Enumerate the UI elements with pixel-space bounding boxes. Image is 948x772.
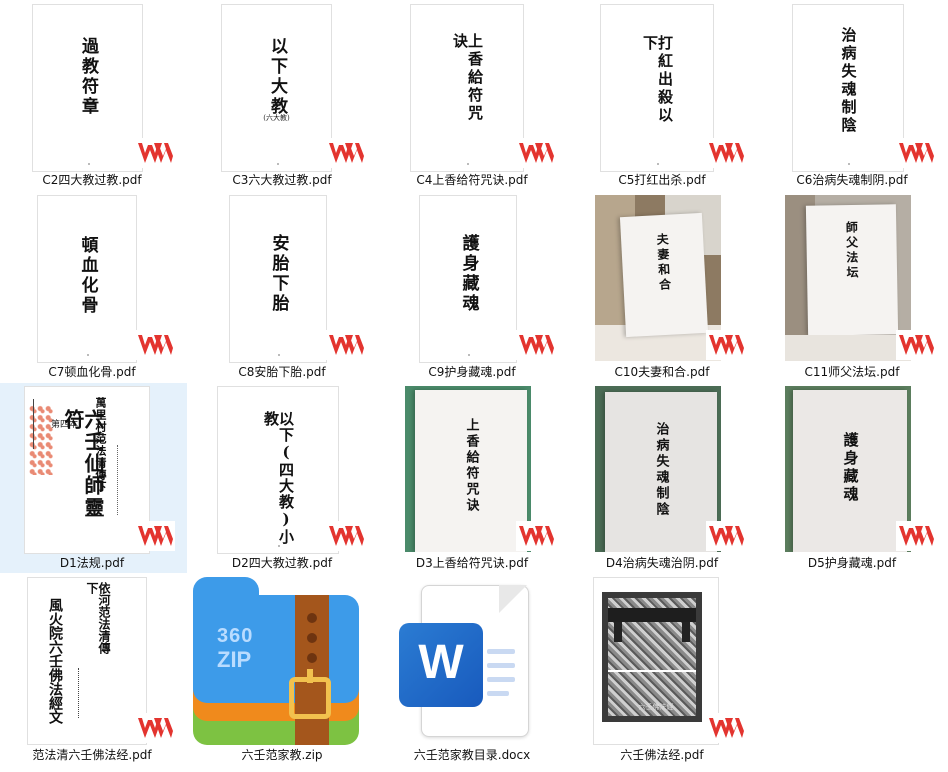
file-tile[interactable]: 夫妻和合 C10夫妻和合.pdf <box>567 192 757 382</box>
photo-thumbnail: 護身藏魂 <box>785 386 911 552</box>
pdf-thumbnail: 頓血化骨 <box>37 195 137 363</box>
file-name: 六壬范家教目录.docx <box>413 748 531 762</box>
word-doc-icon: W <box>399 583 549 743</box>
file-tile[interactable]: W 六壬范家教目录.docx <box>377 575 567 765</box>
wps-pdf-icon <box>326 521 366 551</box>
file-name: 六壬范家教.zip <box>241 748 323 762</box>
wps-pdf-icon <box>516 138 556 168</box>
wps-pdf-icon <box>706 521 746 551</box>
wps-pdf-icon <box>135 330 175 360</box>
thumbnail-text: 上香給符咒诀 <box>451 33 484 123</box>
pdf-thumbnail: 六壬佛法經 <box>593 577 719 745</box>
file-name: C4上香给符咒诀.pdf <box>416 173 528 187</box>
photo-thumbnail: 治病失魂制陰 <box>595 386 721 552</box>
pdf-thumbnail: 以下大教 (六大教) <box>221 4 332 172</box>
wps-pdf-icon <box>896 138 936 168</box>
thumbnail-text: 頓血化骨 <box>77 236 98 316</box>
thumbnail-text: 護身藏魂 <box>841 432 860 504</box>
wps-pdf-icon <box>135 138 175 168</box>
wps-pdf-icon <box>706 713 746 743</box>
wps-pdf-icon <box>706 330 746 360</box>
file-tile[interactable]: 以下大教 (六大教) C3六大教过教.pdf <box>187 0 377 190</box>
file-name: C10夫妻和合.pdf <box>614 365 710 379</box>
file-name: D3上香给符咒诀.pdf <box>415 556 529 570</box>
file-tile[interactable]: 依河范法清傳下 風火院六壬佛法經文 范法清六壬佛法经.pdf <box>0 575 187 765</box>
pdf-thumbnail: 治病失魂制陰 <box>792 4 904 172</box>
file-name: C6治病失魂制阴.pdf <box>796 173 908 187</box>
pdf-thumbnail: 上香給符咒诀 <box>410 4 524 172</box>
wps-pdf-icon <box>706 138 746 168</box>
file-name: D5护身藏魂.pdf <box>807 556 897 570</box>
file-name: 六壬佛法经.pdf <box>620 748 704 762</box>
thumbnail-text: 夫妻和合 <box>654 232 672 294</box>
photo-thumbnail: 上香給符咒诀 <box>405 386 531 552</box>
file-name: D1法规.pdf <box>59 556 125 570</box>
thumbnail-text: 打紅出殺以下 <box>641 35 674 125</box>
pdf-thumbnail: 依河范法清傳下 風火院六壬佛法經文 <box>27 577 147 745</box>
pdf-thumbnail: 打紅出殺以下 <box>600 4 714 172</box>
file-name: D4治病失魂治阴.pdf <box>605 556 719 570</box>
wps-pdf-icon <box>516 330 556 360</box>
file-tile[interactable]: 打紅出殺以下 C5打红出杀.pdf <box>567 0 757 190</box>
file-tile[interactable]: 護身藏魂 D5护身藏魂.pdf <box>757 383 947 573</box>
file-tile[interactable]: 治病失魂制陰 C6治病失魂制阴.pdf <box>757 0 947 190</box>
file-name: C7顿血化骨.pdf <box>48 365 136 379</box>
thumbnail-text: 師父法坛 <box>844 220 860 282</box>
wps-pdf-icon <box>516 521 556 551</box>
pdf-thumbnail: 安胎下胎 <box>229 195 327 363</box>
wps-pdf-icon <box>326 330 366 360</box>
file-tile[interactable]: 治病失魂制陰 D4治病失魂治阴.pdf <box>567 383 757 573</box>
file-tile[interactable]: 頓血化骨 C7顿血化骨.pdf <box>0 192 187 382</box>
file-name: C3六大教过教.pdf <box>232 173 332 187</box>
file-tile[interactable]: 過教符章 C2四大教过教.pdf <box>0 0 187 190</box>
wps-pdf-icon <box>135 713 175 743</box>
thumbnail-text: 風火院六壬佛法經文 <box>47 598 63 724</box>
wps-pdf-icon <box>326 138 366 168</box>
thumbnail-text: 過教符章 <box>78 37 98 117</box>
pdf-thumbnail: 過教符章 <box>32 4 143 172</box>
zip-label-zip: ZIP <box>217 647 252 672</box>
file-name: D2四大教过教.pdf <box>231 556 333 570</box>
file-tile[interactable]: 360 ZIP 六壬范家教.zip <box>187 575 377 765</box>
pdf-thumbnail: 以下(四大教)小教 <box>217 386 339 554</box>
thumbnail-sidetext: 依河范法清傳下 <box>85 582 111 654</box>
file-name: C8安胎下胎.pdf <box>238 365 326 379</box>
file-name: 范法清六壬佛法经.pdf <box>32 748 152 762</box>
thumbnail-subtext: (六大教) <box>263 114 290 122</box>
file-tile[interactable]: 師父法坛 C11师父法坛.pdf <box>757 192 947 382</box>
file-tile-selected[interactable]: 第四本 六壬仙師靈符 萬里村范法清傳下 D1法规.pdf <box>0 383 187 573</box>
pdf-thumbnail: 護身藏魂 <box>419 195 517 363</box>
wps-pdf-icon <box>896 521 936 551</box>
file-tile[interactable]: 上香給符咒诀 D3上香给符咒诀.pdf <box>377 383 567 573</box>
thumbnail-text: 上香給符咒诀 <box>463 418 479 514</box>
zip-label-360: 360 <box>217 625 254 647</box>
thumbnail-sidetext: 萬里村范法清傳下 <box>94 397 107 493</box>
pdf-thumbnail: 第四本 六壬仙師靈符 萬里村范法清傳下 <box>24 386 150 554</box>
file-name: C2四大教过教.pdf <box>42 173 142 187</box>
thumbnail-text: 以下大教 <box>267 37 287 117</box>
file-tile[interactable]: 安胎下胎 C8安胎下胎.pdf <box>187 192 377 382</box>
file-name: C5打红出杀.pdf <box>618 173 706 187</box>
file-tile[interactable]: 六壬佛法經 六壬佛法经.pdf <box>567 575 757 765</box>
file-name: C11师父法坛.pdf <box>804 365 900 379</box>
file-name: C9护身藏魂.pdf <box>428 365 516 379</box>
zip-360-icon: 360 ZIP <box>193 577 363 745</box>
thumbnail-text: 安胎下胎 <box>268 234 289 314</box>
word-letter: W <box>418 636 464 689</box>
thumbnail-text: 治病失魂制陰 <box>839 27 858 135</box>
file-tile[interactable]: 護身藏魂 C9护身藏魂.pdf <box>377 192 567 382</box>
thumbnail-text: 以下(四大教)小教 <box>262 411 295 545</box>
file-tile[interactable]: 以下(四大教)小教 D2四大教过教.pdf <box>187 383 377 573</box>
wps-pdf-icon <box>135 521 175 551</box>
photo-thumbnail: 師父法坛 <box>785 195 911 361</box>
thumbnail-text: 治病失魂制陰 <box>653 422 669 518</box>
wps-pdf-icon <box>896 330 936 360</box>
photo-thumbnail: 夫妻和合 <box>595 195 721 361</box>
file-tile[interactable]: 上香給符咒诀 C4上香给符咒诀.pdf <box>377 0 567 190</box>
thumbnail-text: 六壬佛法經 <box>638 703 674 711</box>
thumbnail-text: 護身藏魂 <box>458 234 479 314</box>
